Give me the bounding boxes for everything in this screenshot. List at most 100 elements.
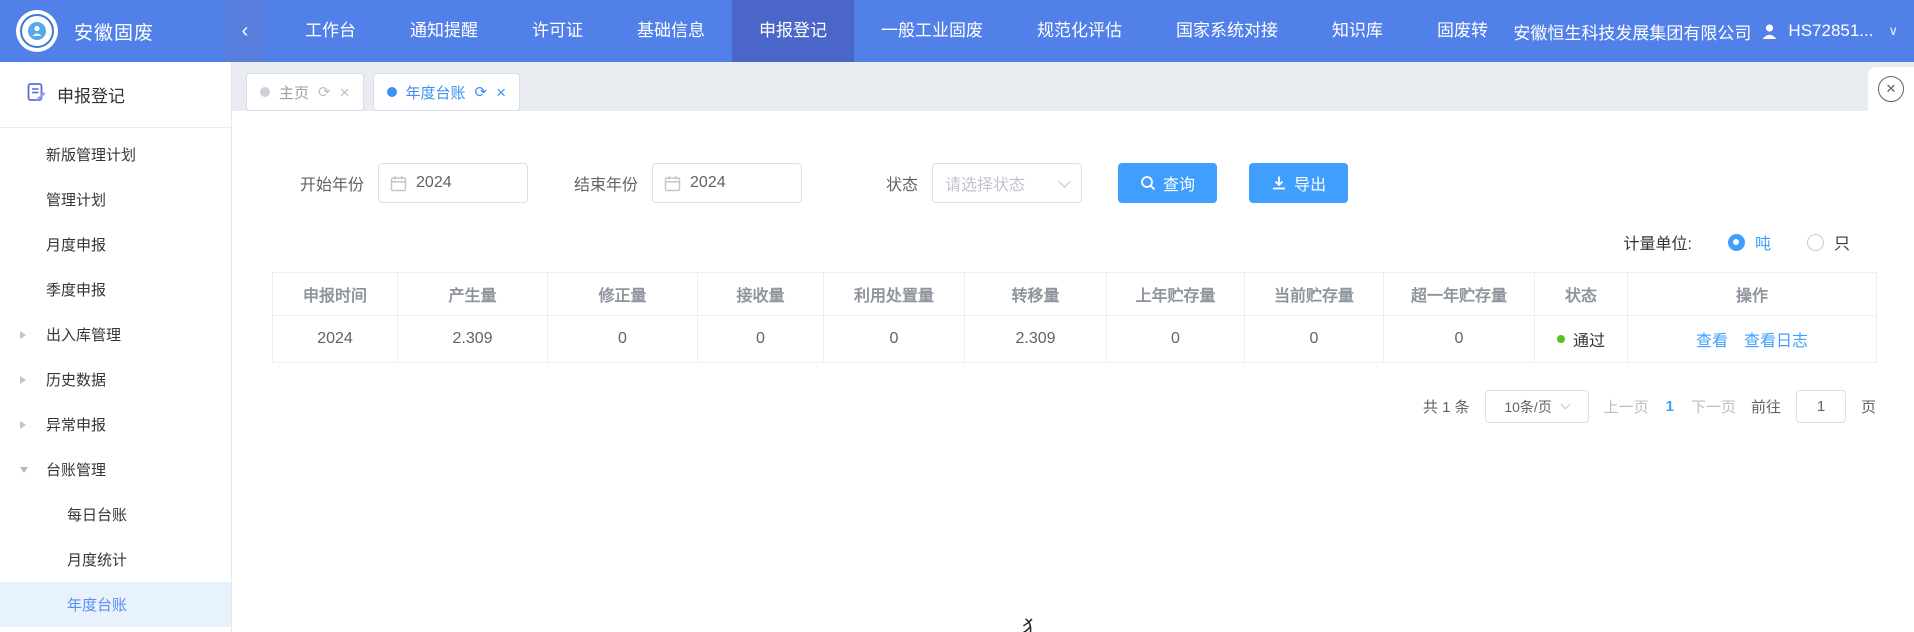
nav-item-standardization-assessment[interactable]: 规范化评估 (1010, 0, 1149, 62)
view-link[interactable]: 查看 (1696, 327, 1728, 351)
sidebar-menu: 新版管理计划 管理计划 月度申报 季度申报 出入库管理 历史数据 异常申报 台账… (0, 128, 231, 627)
close-icon[interactable]: × (496, 84, 506, 101)
annual-ledger-table: 申报时间 产生量 修正量 接收量 利用处置量 转移量 上年贮存量 当前贮存量 超… (272, 272, 1877, 363)
download-icon (1271, 175, 1287, 191)
close-all-tabs-button[interactable]: ✕ (1868, 67, 1914, 111)
navbar-user-area: 安徽恒生科技发展集团有限公司 HS72851... ∨ (1513, 19, 1914, 44)
company-name: 安徽恒生科技发展集团有限公司 (1513, 19, 1751, 44)
expand-right-icon (20, 421, 26, 429)
col-actions: 操作 (1628, 273, 1877, 316)
status-dot-icon (1557, 335, 1565, 343)
goto-suffix: 页 (1861, 396, 1876, 417)
username[interactable]: HS72851... (1788, 21, 1873, 41)
unit-radio-ton[interactable]: 吨 (1728, 230, 1771, 254)
sidebar-item-quarterly-declaration[interactable]: 季度申报 (0, 267, 231, 312)
chevron-down-icon (1560, 400, 1570, 410)
sidebar-item-management-plan[interactable]: 管理计划 (0, 177, 231, 222)
unit-label: 计量单位: (1624, 230, 1692, 254)
brand: 安徽固废 (0, 10, 226, 52)
col-corrected: 修正量 (548, 273, 698, 316)
chevron-down-icon (1058, 175, 1071, 188)
status-select[interactable]: 请选择状态 (932, 163, 1082, 203)
radio-checked-icon (1728, 234, 1745, 251)
pagination: 共 1 条 10条/页 上一页 1 下一页 前往 页 (232, 390, 1876, 423)
goto-page-input[interactable] (1796, 390, 1846, 423)
view-log-link[interactable]: 查看日志 (1744, 327, 1808, 351)
end-year-value: 2024 (690, 174, 726, 192)
nav-item-national-system[interactable]: 国家系统对接 (1149, 0, 1305, 62)
nav-item-notifications[interactable]: 通知提醒 (383, 0, 505, 62)
sidebar-item-abnormal-declaration[interactable]: 异常申报 (0, 402, 231, 447)
nav-item-waste-transfer[interactable]: 固废转 (1410, 0, 1509, 62)
nav-item-general-industrial-waste[interactable]: 一般工业固废 (854, 0, 1010, 62)
col-generated: 产生量 (398, 273, 548, 316)
app-logo-icon (16, 10, 58, 52)
sidebar-item-history-data[interactable]: 历史数据 (0, 357, 231, 402)
search-icon (1140, 175, 1156, 191)
user-menu-chevron-icon[interactable]: ∨ (1888, 23, 1898, 39)
start-year-label: 开始年份 (300, 171, 364, 195)
prev-page-button[interactable]: 上一页 (1604, 396, 1649, 417)
col-utilized-disposed: 利用处置量 (824, 273, 965, 316)
col-prev-year-storage: 上年贮存量 (1107, 273, 1245, 316)
col-declare-time: 申报时间 (273, 273, 398, 316)
sidebar: 申报登记 新版管理计划 管理计划 月度申报 季度申报 出入库管理 历史数据 异常… (0, 62, 232, 632)
sidebar-item-daily-ledger[interactable]: 每日台账 (0, 492, 231, 537)
sidebar-header: 申报登记 (0, 62, 231, 128)
expand-down-icon (20, 467, 28, 473)
search-button[interactable]: 查询 (1118, 163, 1217, 203)
tab-status-dot (387, 87, 397, 97)
main-nav: 工作台 通知提醒 许可证 基础信息 申报登记 一般工业固废 规范化评估 国家系统… (278, 0, 1509, 62)
total-count: 共 1 条 (1423, 396, 1470, 417)
user-icon (1760, 22, 1779, 41)
status-badge: 通过 (1535, 327, 1627, 351)
col-current-storage: 当前贮存量 (1245, 273, 1384, 316)
end-year-input[interactable]: 2024 (652, 163, 802, 203)
nav-item-declaration[interactable]: 申报登记 (732, 0, 854, 62)
col-status: 状态 (1535, 273, 1628, 316)
sidebar-item-ledger-management[interactable]: 台账管理 (0, 447, 231, 492)
app-window: 安徽固废 ‹ 工作台 通知提醒 许可证 基础信息 申报登记 一般工业固废 规范化… (0, 0, 1914, 632)
start-year-input[interactable]: 2024 (378, 163, 528, 203)
tab-status-dot (260, 87, 270, 97)
sidebar-item-annual-ledger[interactable]: 年度台账 (0, 582, 231, 627)
start-year-value: 2024 (416, 174, 452, 192)
document-edit-icon (26, 82, 46, 107)
status-placeholder: 请选择状态 (945, 171, 1025, 195)
export-button[interactable]: 导出 (1249, 163, 1348, 203)
col-received: 接收量 (698, 273, 824, 316)
end-year-label: 结束年份 (574, 171, 638, 195)
sidebar-item-inout-warehouse[interactable]: 出入库管理 (0, 312, 231, 357)
unit-selector: 计量单位: 吨 只 (232, 230, 1850, 254)
sidebar-collapse-icon[interactable]: ‹ (226, 0, 264, 62)
page-size-select[interactable]: 10条/页 (1485, 390, 1589, 423)
calendar-icon (390, 175, 407, 192)
circle-close-icon: ✕ (1878, 76, 1904, 102)
col-transferred: 转移量 (965, 273, 1107, 316)
table-row: 2024 2.309 0 0 0 2.309 0 0 0 (273, 316, 1877, 363)
filter-bar: 开始年份 2024 结束年份 2024 状态 请选择状态 (300, 163, 1914, 203)
refresh-icon[interactable]: ⟳ (318, 83, 331, 101)
next-page-button[interactable]: 下一页 (1691, 396, 1736, 417)
stray-glyph: 犭 (1022, 612, 1042, 632)
sidebar-item-monthly-declaration[interactable]: 月度申报 (0, 222, 231, 267)
current-page[interactable]: 1 (1664, 398, 1676, 415)
refresh-icon[interactable]: ⟳ (475, 83, 488, 101)
expand-right-icon (20, 331, 26, 339)
expand-right-icon (20, 376, 26, 384)
table-header-row: 申报时间 产生量 修正量 接收量 利用处置量 转移量 上年贮存量 当前贮存量 超… (273, 273, 1877, 316)
nav-item-license[interactable]: 许可证 (505, 0, 610, 62)
sidebar-item-new-management-plan[interactable]: 新版管理计划 (0, 132, 231, 177)
content-panel: 开始年份 2024 结束年份 2024 状态 请选择状态 (232, 111, 1914, 632)
nav-item-workbench[interactable]: 工作台 (278, 0, 383, 62)
status-label: 状态 (886, 171, 918, 195)
close-icon[interactable]: × (340, 84, 350, 101)
unit-radio-piece[interactable]: 只 (1807, 230, 1850, 254)
nav-item-knowledge-base[interactable]: 知识库 (1305, 0, 1410, 62)
tab-annual-ledger[interactable]: 年度台账 ⟳ × (373, 73, 521, 111)
sidebar-item-monthly-statistics[interactable]: 月度统计 (0, 537, 231, 582)
sidebar-title: 申报登记 (57, 82, 125, 107)
tab-home[interactable]: 主页 ⟳ × (246, 73, 364, 111)
tab-strip: 主页 ⟳ × 年度台账 ⟳ × ✕ (232, 62, 1914, 111)
nav-item-basic-info[interactable]: 基础信息 (610, 0, 732, 62)
